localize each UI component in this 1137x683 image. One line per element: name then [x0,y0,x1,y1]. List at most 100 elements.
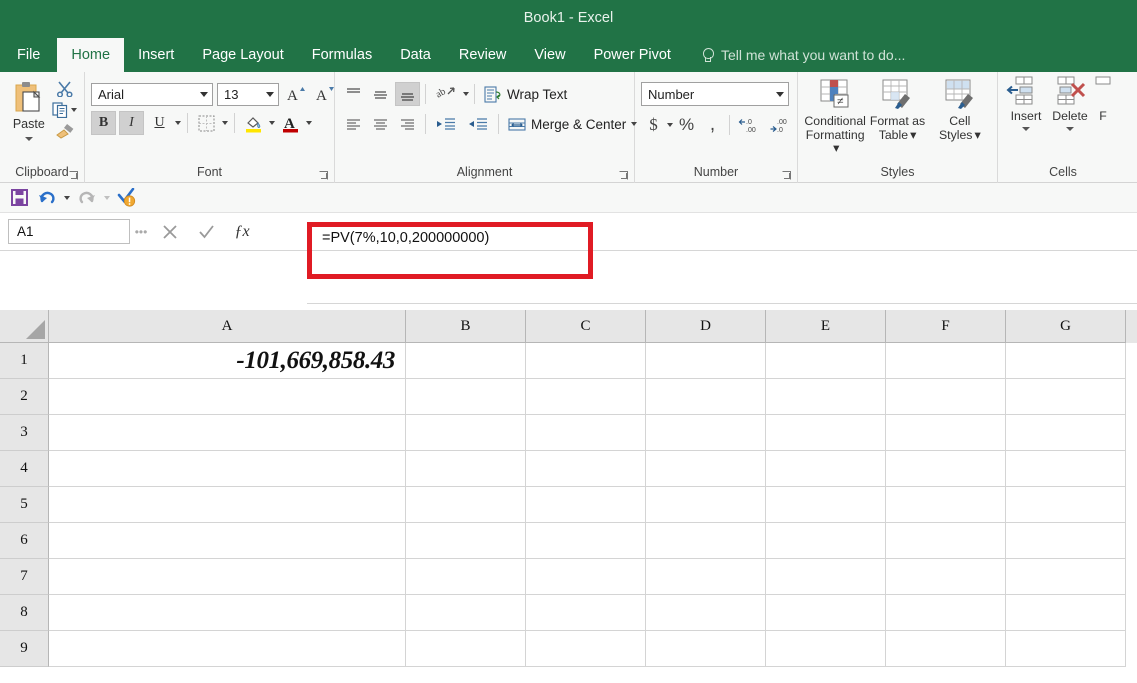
cell-e9[interactable] [766,631,886,667]
cell-e7[interactable] [766,559,886,595]
cell-d3[interactable] [646,415,766,451]
accounting-chevron-down-icon[interactable] [667,123,673,127]
paste-chevron-down-icon[interactable] [24,137,33,141]
cancel-formula-button[interactable] [152,219,188,245]
alignment-dialog-launcher[interactable] [619,171,628,180]
cell-d2[interactable] [646,379,766,415]
clipboard-dialog-launcher[interactable] [69,171,78,180]
redo-button[interactable] [74,186,100,210]
accounting-format-button[interactable]: $ [641,113,666,137]
column-header-b[interactable]: B [406,310,526,343]
percent-format-button[interactable]: % [674,113,699,137]
row-header-3[interactable]: 3 [0,415,49,451]
font-size-combo[interactable]: 13 [217,82,279,106]
cell-b1[interactable] [406,343,526,379]
cell-b3[interactable] [406,415,526,451]
increase-indent-button[interactable] [463,112,493,136]
font-name-combo[interactable]: Arial [91,82,213,106]
row-header-4[interactable]: 4 [0,451,49,487]
cell-a6[interactable] [49,523,406,559]
paste-button[interactable]: Paste [6,78,52,141]
redo-chevron-down-icon[interactable] [102,186,112,210]
underline-button[interactable]: U [147,111,172,135]
tab-power-pivot[interactable]: Power Pivot [580,38,685,72]
cell-a8[interactable] [49,595,406,631]
cell-styles-button[interactable]: Cell Styles ▾ [929,76,991,142]
font-color-button[interactable]: A [278,111,303,135]
cell-e6[interactable] [766,523,886,559]
cell-f5[interactable] [886,487,1006,523]
cell-c2[interactable] [526,379,646,415]
underline-chevron-down-icon[interactable] [175,121,181,125]
cell-e4[interactable] [766,451,886,487]
cell-a3[interactable] [49,415,406,451]
tab-insert[interactable]: Insert [124,38,188,72]
cell-c7[interactable] [526,559,646,595]
paintbrush-icon[interactable] [55,123,75,139]
tab-file[interactable]: File [0,38,57,72]
scissors-icon[interactable] [56,81,74,97]
cell-b4[interactable] [406,451,526,487]
cell-c5[interactable] [526,487,646,523]
select-all-button[interactable] [0,310,49,343]
row-header-1[interactable]: 1 [0,343,49,379]
number-format-chevron-down-icon[interactable] [776,91,784,97]
save-button[interactable] [6,186,32,210]
cell-b5[interactable] [406,487,526,523]
align-top-button[interactable] [341,82,366,106]
number-format-combo[interactable]: Number [641,82,789,106]
fill-color-button[interactable] [241,111,266,135]
cell-g4[interactable] [1006,451,1126,487]
number-dialog-launcher[interactable] [782,171,791,180]
align-middle-button[interactable] [368,82,393,106]
tab-home[interactable]: Home [57,38,125,72]
cell-c4[interactable] [526,451,646,487]
cell-c1[interactable] [526,343,646,379]
insert-chevron-down-icon[interactable] [1022,127,1030,131]
bold-button[interactable]: B [91,111,116,135]
comma-format-button[interactable]: , [700,113,725,137]
font-size-chevron-down-icon[interactable] [266,91,274,97]
wrap-text-button[interactable]: Wrap Text [480,84,571,105]
cell-e5[interactable] [766,487,886,523]
cell-b6[interactable] [406,523,526,559]
tab-formulas[interactable]: Formulas [298,38,386,72]
align-center-button[interactable] [368,112,393,136]
cell-a9[interactable] [49,631,406,667]
cell-f1[interactable] [886,343,1006,379]
row-header-9[interactable]: 9 [0,631,49,667]
cell-f7[interactable] [886,559,1006,595]
row-header-6[interactable]: 6 [0,523,49,559]
cell-g8[interactable] [1006,595,1126,631]
cell-f9[interactable] [886,631,1006,667]
align-left-button[interactable] [341,112,366,136]
row-header-2[interactable]: 2 [0,379,49,415]
column-header-f[interactable]: F [886,310,1006,343]
cell-b7[interactable] [406,559,526,595]
delete-cells-button[interactable]: Delete [1048,76,1092,131]
cell-g5[interactable] [1006,487,1126,523]
conditional-formatting-button[interactable]: ≠ Conditional Formatting▾ [804,76,866,156]
tab-view[interactable]: View [520,38,579,72]
merge-center-button[interactable]: Merge & Center [504,114,641,135]
name-box[interactable]: A1 [8,219,130,244]
tab-page-layout[interactable]: Page Layout [188,38,297,72]
insert-cells-button[interactable]: Insert [1004,76,1048,131]
align-bottom-button[interactable] [395,82,420,106]
cell-f3[interactable] [886,415,1006,451]
cell-d8[interactable] [646,595,766,631]
cell-a4[interactable] [49,451,406,487]
cell-f4[interactable] [886,451,1006,487]
format-cells-button[interactable]: F [1092,76,1114,123]
format-as-table-button[interactable]: Format as Table ▾ [866,76,928,142]
cell-e3[interactable] [766,415,886,451]
decrease-indent-button[interactable] [431,112,461,136]
font-name-chevron-down-icon[interactable] [200,91,208,97]
cell-b8[interactable] [406,595,526,631]
cell-d4[interactable] [646,451,766,487]
column-header-a[interactable]: A [49,310,406,343]
cell-a5[interactable] [49,487,406,523]
column-header-c[interactable]: C [526,310,646,343]
check-warning-button[interactable] [114,186,140,210]
cell-f6[interactable] [886,523,1006,559]
